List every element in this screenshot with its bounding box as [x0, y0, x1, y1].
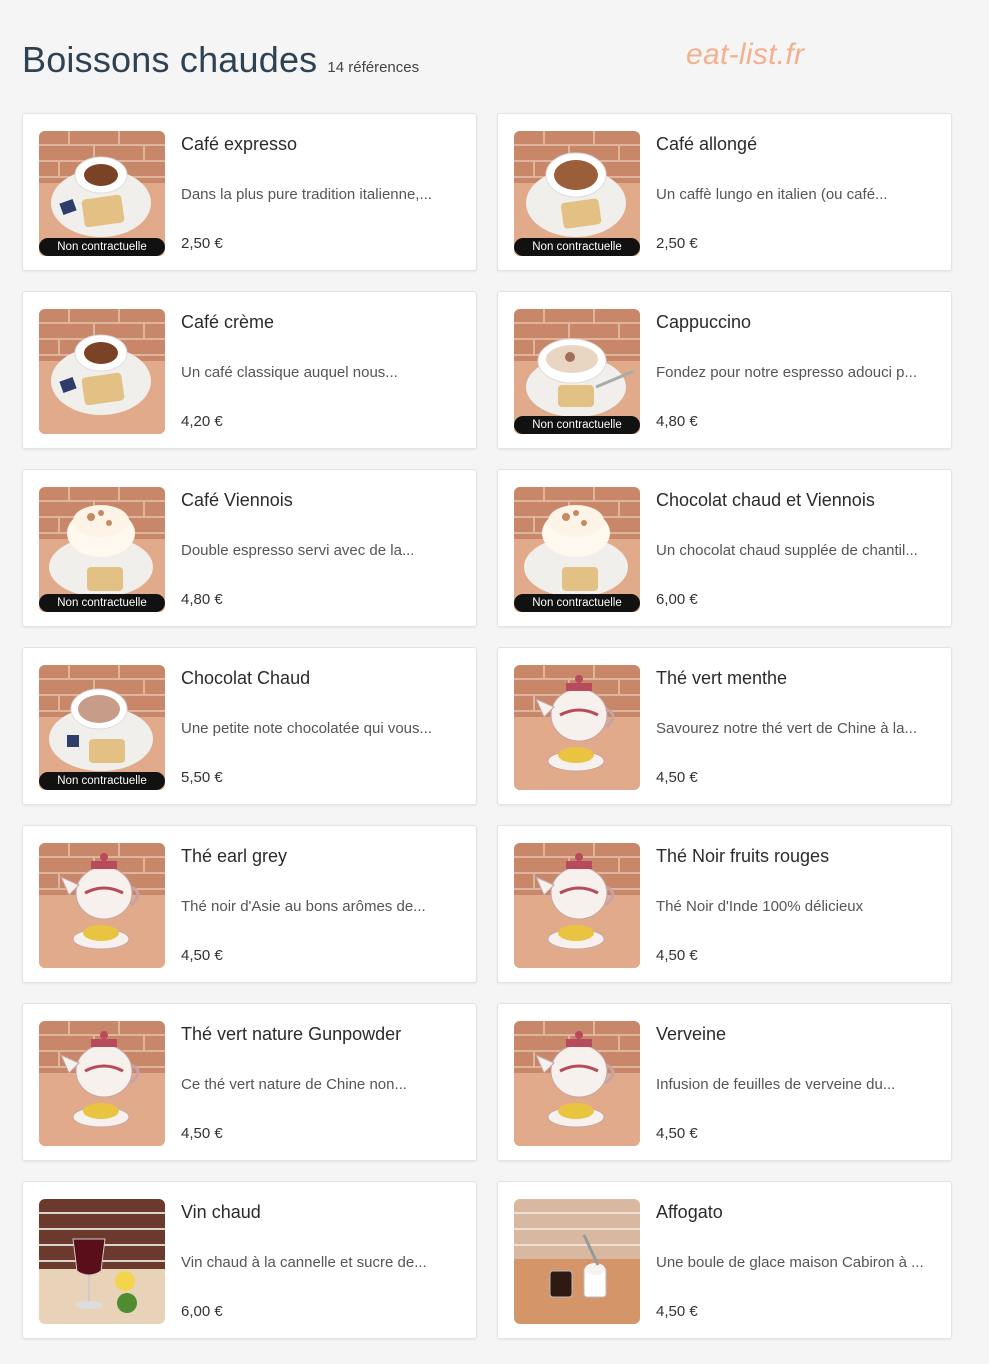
menu-item-name: Thé Noir fruits rouges [656, 846, 830, 866]
menu-grid: Non contractuelle Café expresso Dans la pl… [22, 113, 952, 1339]
menu-item-description: Thé Noir d'Inde 100% délicieux [656, 898, 864, 915]
menu-item-description: Une petite note chocolatée qui vous... [181, 720, 433, 737]
menu-item-price: 5,50 € [181, 769, 223, 786]
menu-item-image: Non contractuelle [514, 131, 640, 256]
menu-item-name: Thé vert menthe [656, 668, 788, 688]
menu-item-card[interactable]: Non contractuelle Chocolat chaud et Vienn… [497, 469, 952, 627]
menu-item-price: 4,50 € [656, 1303, 698, 1320]
menu-item-price: 4,50 € [181, 947, 223, 964]
menu-item-price: 6,00 € [181, 1303, 223, 1320]
menu-item-image: Non contractuelle [39, 665, 165, 790]
drink-photo [39, 1199, 165, 1324]
menu-item-image [514, 1021, 640, 1146]
menu-item-card[interactable]: Non contractuelle Café expresso Dans la pl… [22, 113, 477, 271]
menu-item-card[interactable]: Non contractuelle Café Viennois Double esp… [22, 469, 477, 627]
menu-item-card[interactable]: Thé Noir fruits rouges Thé Noir d'Inde 10… [497, 825, 952, 983]
page-title: Boissons chaudes [22, 39, 318, 80]
menu-item-description: Thé noir d'Asie au bons arômes de... [181, 898, 426, 915]
menu-item-description: Infusion de feuilles de verveine du... [656, 1076, 896, 1093]
menu-item-name: Chocolat Chaud [181, 668, 311, 688]
menu-item-name: Verveine [656, 1024, 727, 1044]
menu-item-name: Thé vert nature Gunpowder [181, 1024, 402, 1044]
menu-item-image: Non contractuelle [514, 487, 640, 612]
menu-item-price: 4,50 € [656, 947, 698, 964]
menu-item-image [39, 1021, 165, 1146]
menu-item-card[interactable]: Non contractuelle Café allongé Un caffè lu… [497, 113, 952, 271]
menu-item-description: Fondez pour notre espresso adouci p... [656, 364, 917, 381]
menu-item-image [39, 309, 165, 434]
menu-item-description: Vin chaud à la cannelle et sucre de... [181, 1254, 427, 1271]
menu-item-card[interactable]: Affogato Une boule de glace maison Cabiro… [497, 1181, 952, 1339]
menu-item-description: Une boule de glace maison Cabiron à ... [656, 1254, 924, 1271]
menu-item-image [514, 1199, 640, 1324]
menu-item-description: Un café classique auquel nous... [181, 364, 398, 381]
menu-item-price: 2,50 € [656, 235, 698, 252]
drink-photo [39, 1021, 165, 1146]
menu-item-card[interactable]: Verveine Infusion de feuilles de verveine… [497, 1003, 952, 1161]
menu-item-image: Non contractuelle [514, 309, 640, 434]
drink-photo [514, 1199, 640, 1324]
menu-item-card[interactable]: Non contractuelle Chocolat Chaud Une petit… [22, 647, 477, 805]
menu-item-name: Café allongé [656, 134, 758, 154]
non-contractual-badge: Non contractuelle [39, 238, 165, 256]
menu-item-description: Un chocolat chaud supplée de chantil... [656, 542, 918, 559]
page-header: Boissons chaudes 14 références [22, 30, 419, 80]
drink-photo [39, 843, 165, 968]
menu-item-image [39, 843, 165, 968]
menu-item-card[interactable]: Thé vert nature Gunpowder Ce thé vert nat… [22, 1003, 477, 1161]
non-contractual-badge: Non contractuelle [39, 594, 165, 612]
non-contractual-badge: Non contractuelle [514, 594, 640, 612]
menu-item-description: Dans la plus pure tradition italienne,..… [181, 186, 432, 203]
non-contractual-badge: Non contractuelle [39, 772, 165, 790]
menu-item-name: Affogato [656, 1202, 723, 1222]
menu-item-price: 4,50 € [656, 1125, 698, 1142]
watermark: eat-list.fr [686, 38, 805, 71]
menu-item-card[interactable]: Thé vert menthe Savourez notre thé vert d… [497, 647, 952, 805]
menu-item-price: 2,50 € [181, 235, 223, 252]
menu-item-image [39, 1199, 165, 1324]
non-contractual-badge: Non contractuelle [514, 416, 640, 434]
menu-item-price: 4,50 € [656, 769, 698, 786]
menu-item-name: Café crème [181, 312, 275, 332]
menu-item-card[interactable]: Non contractuelle Cappuccino Fondez pour n… [497, 291, 952, 449]
menu-item-description: Un caffè lungo en italien (ou café... [656, 186, 888, 203]
menu-item-image: Non contractuelle [39, 131, 165, 256]
drink-photo [514, 665, 640, 790]
menu-item-image: Non contractuelle [39, 487, 165, 612]
menu-item-name: Cappuccino [656, 312, 752, 332]
menu-item-name: Café Viennois [181, 490, 293, 510]
menu-item-image [514, 665, 640, 790]
drink-photo [39, 309, 165, 434]
menu-item-description: Ce thé vert nature de Chine non... [181, 1076, 407, 1093]
menu-item-card[interactable]: Vin chaud Vin chaud à la cannelle et sucr… [22, 1181, 477, 1339]
item-count: 14 références [327, 59, 420, 76]
menu-item-name: Vin chaud [181, 1202, 261, 1222]
menu-item-description: Double espresso servi avec de la... [181, 542, 415, 559]
non-contractual-badge: Non contractuelle [514, 238, 640, 256]
menu-item-image [514, 843, 640, 968]
menu-item-price: 4,80 € [181, 591, 223, 608]
menu-item-price: 4,20 € [181, 413, 223, 430]
menu-item-name: Thé earl grey [181, 846, 288, 866]
menu-item-price: 4,80 € [656, 413, 698, 430]
menu-item-card[interactable]: Thé earl grey Thé noir d'Asie au bons arô… [22, 825, 477, 983]
menu-item-description: Savourez notre thé vert de Chine à la... [656, 720, 917, 737]
menu-item-price: 6,00 € [656, 591, 698, 608]
drink-photo [514, 1021, 640, 1146]
drink-photo [514, 843, 640, 968]
menu-item-name: Café expresso [181, 134, 298, 154]
menu-item-card[interactable]: Café crème Un café classique auquel nous.… [22, 291, 477, 449]
menu-item-price: 4,50 € [181, 1125, 223, 1142]
menu-item-name: Chocolat chaud et Viennois [656, 490, 875, 510]
